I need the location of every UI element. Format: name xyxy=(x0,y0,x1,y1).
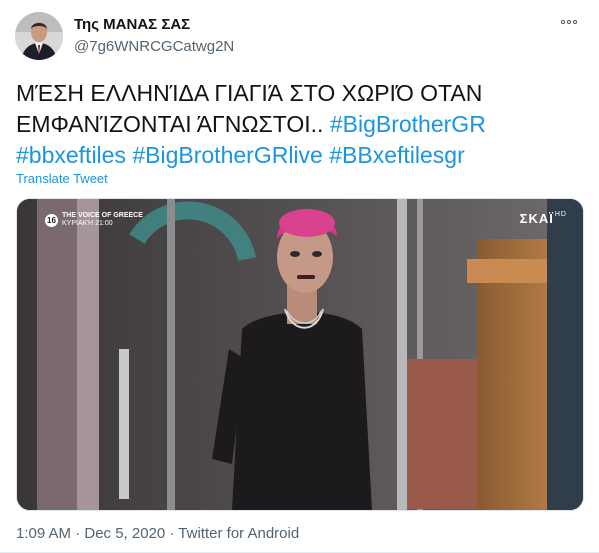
network-name: ΣΚΑΪ xyxy=(519,211,554,226)
channel-overlay: 16 THE VOICE OF GREECE ΚΥΡΙΑΚΉ 21:00 xyxy=(45,212,143,228)
hashtag-link[interactable]: #BigBrotherGRlive xyxy=(132,142,322,168)
user-handle[interactable]: @7g6WNRCGCatwg2N xyxy=(74,37,234,57)
display-name[interactable]: Της ΜΑΝΑΣ ΣΑΣ xyxy=(74,15,234,35)
avatar-image xyxy=(15,12,63,60)
tweet-text: ΜΈΣΗ ΕΛΛΗΝΊΔΑ ΓΙΑΓΙΆ ΣΤΟ ΧΩΡΙΌ ΟΤΑΝ ΕΜΦΑ… xyxy=(16,78,576,171)
tweet-media[interactable]: 16 THE VOICE OF GREECE ΚΥΡΙΑΚΉ 21:00 ΣΚΑ… xyxy=(16,198,584,511)
promo-subtitle: ΚΥΡΙΑΚΉ 21:00 xyxy=(62,220,113,227)
media-image xyxy=(17,199,583,510)
tweet-timestamp[interactable]: 1:09 AM · Dec 5, 2020 · Twitter for Andr… xyxy=(16,524,299,544)
avatar[interactable] xyxy=(15,12,63,60)
hashtag-link[interactable]: #BBxeftilesgr xyxy=(329,142,465,168)
channel-promo: THE VOICE OF GREECE ΚΥΡΙΑΚΉ 21:00 xyxy=(62,212,143,228)
network-logo: ΣΚΑΪHD xyxy=(520,211,567,226)
promo-title: THE VOICE OF GREECE xyxy=(62,212,143,219)
hashtag-link[interactable]: #bbxeftiles xyxy=(16,142,126,168)
tweet-card: Της ΜΑΝΑΣ ΣΑΣ @7g6WNRCGCatwg2N ΜΈΣΗ ΕΛΛΗ… xyxy=(0,0,599,553)
channel-number: 16 xyxy=(45,213,58,227)
translate-tweet-link[interactable]: Translate Tweet xyxy=(16,171,108,187)
tweet-text-line2: ΕΜΦΑΝΊΖΟΝΤΑΙ ΆΓΝΩΣΤΟΙ.. xyxy=(16,111,324,137)
tweet-text-line1: ΜΈΣΗ ΕΛΛΗΝΊΔΑ ΓΙΑΓΙΆ ΣΤΟ ΧΩΡΙΌ ΟΤΑΝ xyxy=(16,80,483,106)
more-horizontal-icon[interactable] xyxy=(557,13,581,37)
hashtag-link[interactable]: #BigBrotherGR xyxy=(330,111,486,137)
network-suffix: HD xyxy=(554,211,567,218)
author-info: Της ΜΑΝΑΣ ΣΑΣ @7g6WNRCGCatwg2N xyxy=(74,15,234,57)
